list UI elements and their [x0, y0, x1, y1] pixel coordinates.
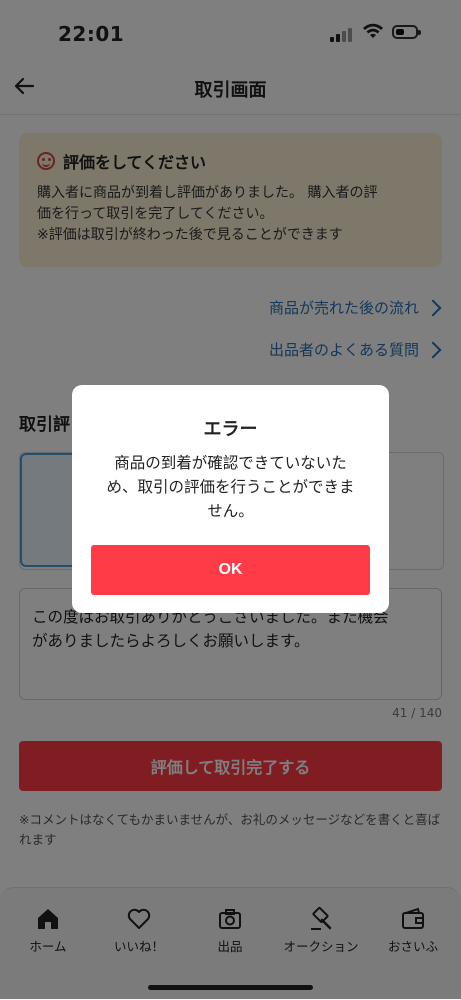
ok-button[interactable]: OK: [91, 545, 370, 595]
dialog-message: 商品の到着が確認できていないため、取引の評価を行うことができません。: [106, 454, 355, 520]
home-indicator[interactable]: [148, 985, 313, 990]
error-dialog: エラー 商品の到着が確認できていないため、取引の評価を行うことができません。 O…: [72, 385, 389, 613]
dialog-title: エラー: [203, 419, 258, 440]
